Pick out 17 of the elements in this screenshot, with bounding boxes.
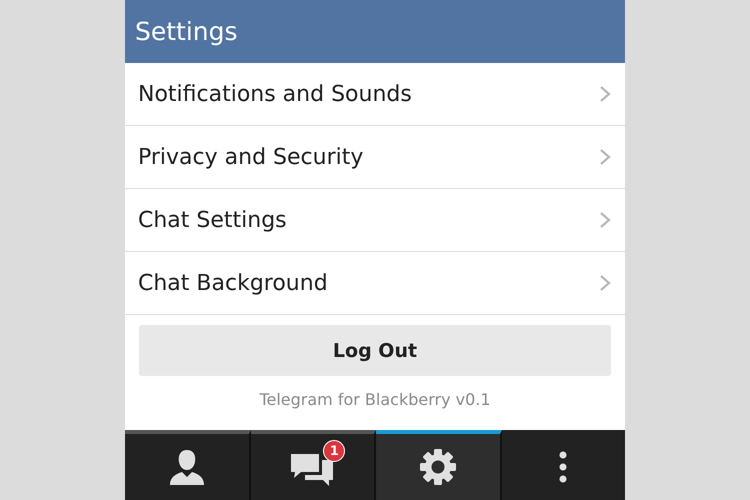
version-text: Telegram for Blackberry v0.1 [258,390,492,409]
chevron-icon [599,274,611,292]
settings-item[interactable]: Notifications and Sounds [125,63,625,126]
tab[interactable] [125,430,250,500]
chevron-icon [599,211,611,229]
tab[interactable] [376,430,502,500]
notification-badge: 1 [323,440,346,462]
tab[interactable]: 1 [250,430,376,500]
chevron-icon [599,148,611,166]
more-options-icon [559,451,568,483]
settings-item[interactable]: Privacy and Security [125,126,625,189]
screen-title: Settings [135,17,238,46]
settings-icon [418,447,458,487]
chevron-icon [599,85,611,103]
settings-item[interactable]: Chat Background [125,252,625,315]
log-out-button[interactable]: Log Out [139,325,611,376]
settings-item[interactable]: Chat Settings [125,189,625,252]
